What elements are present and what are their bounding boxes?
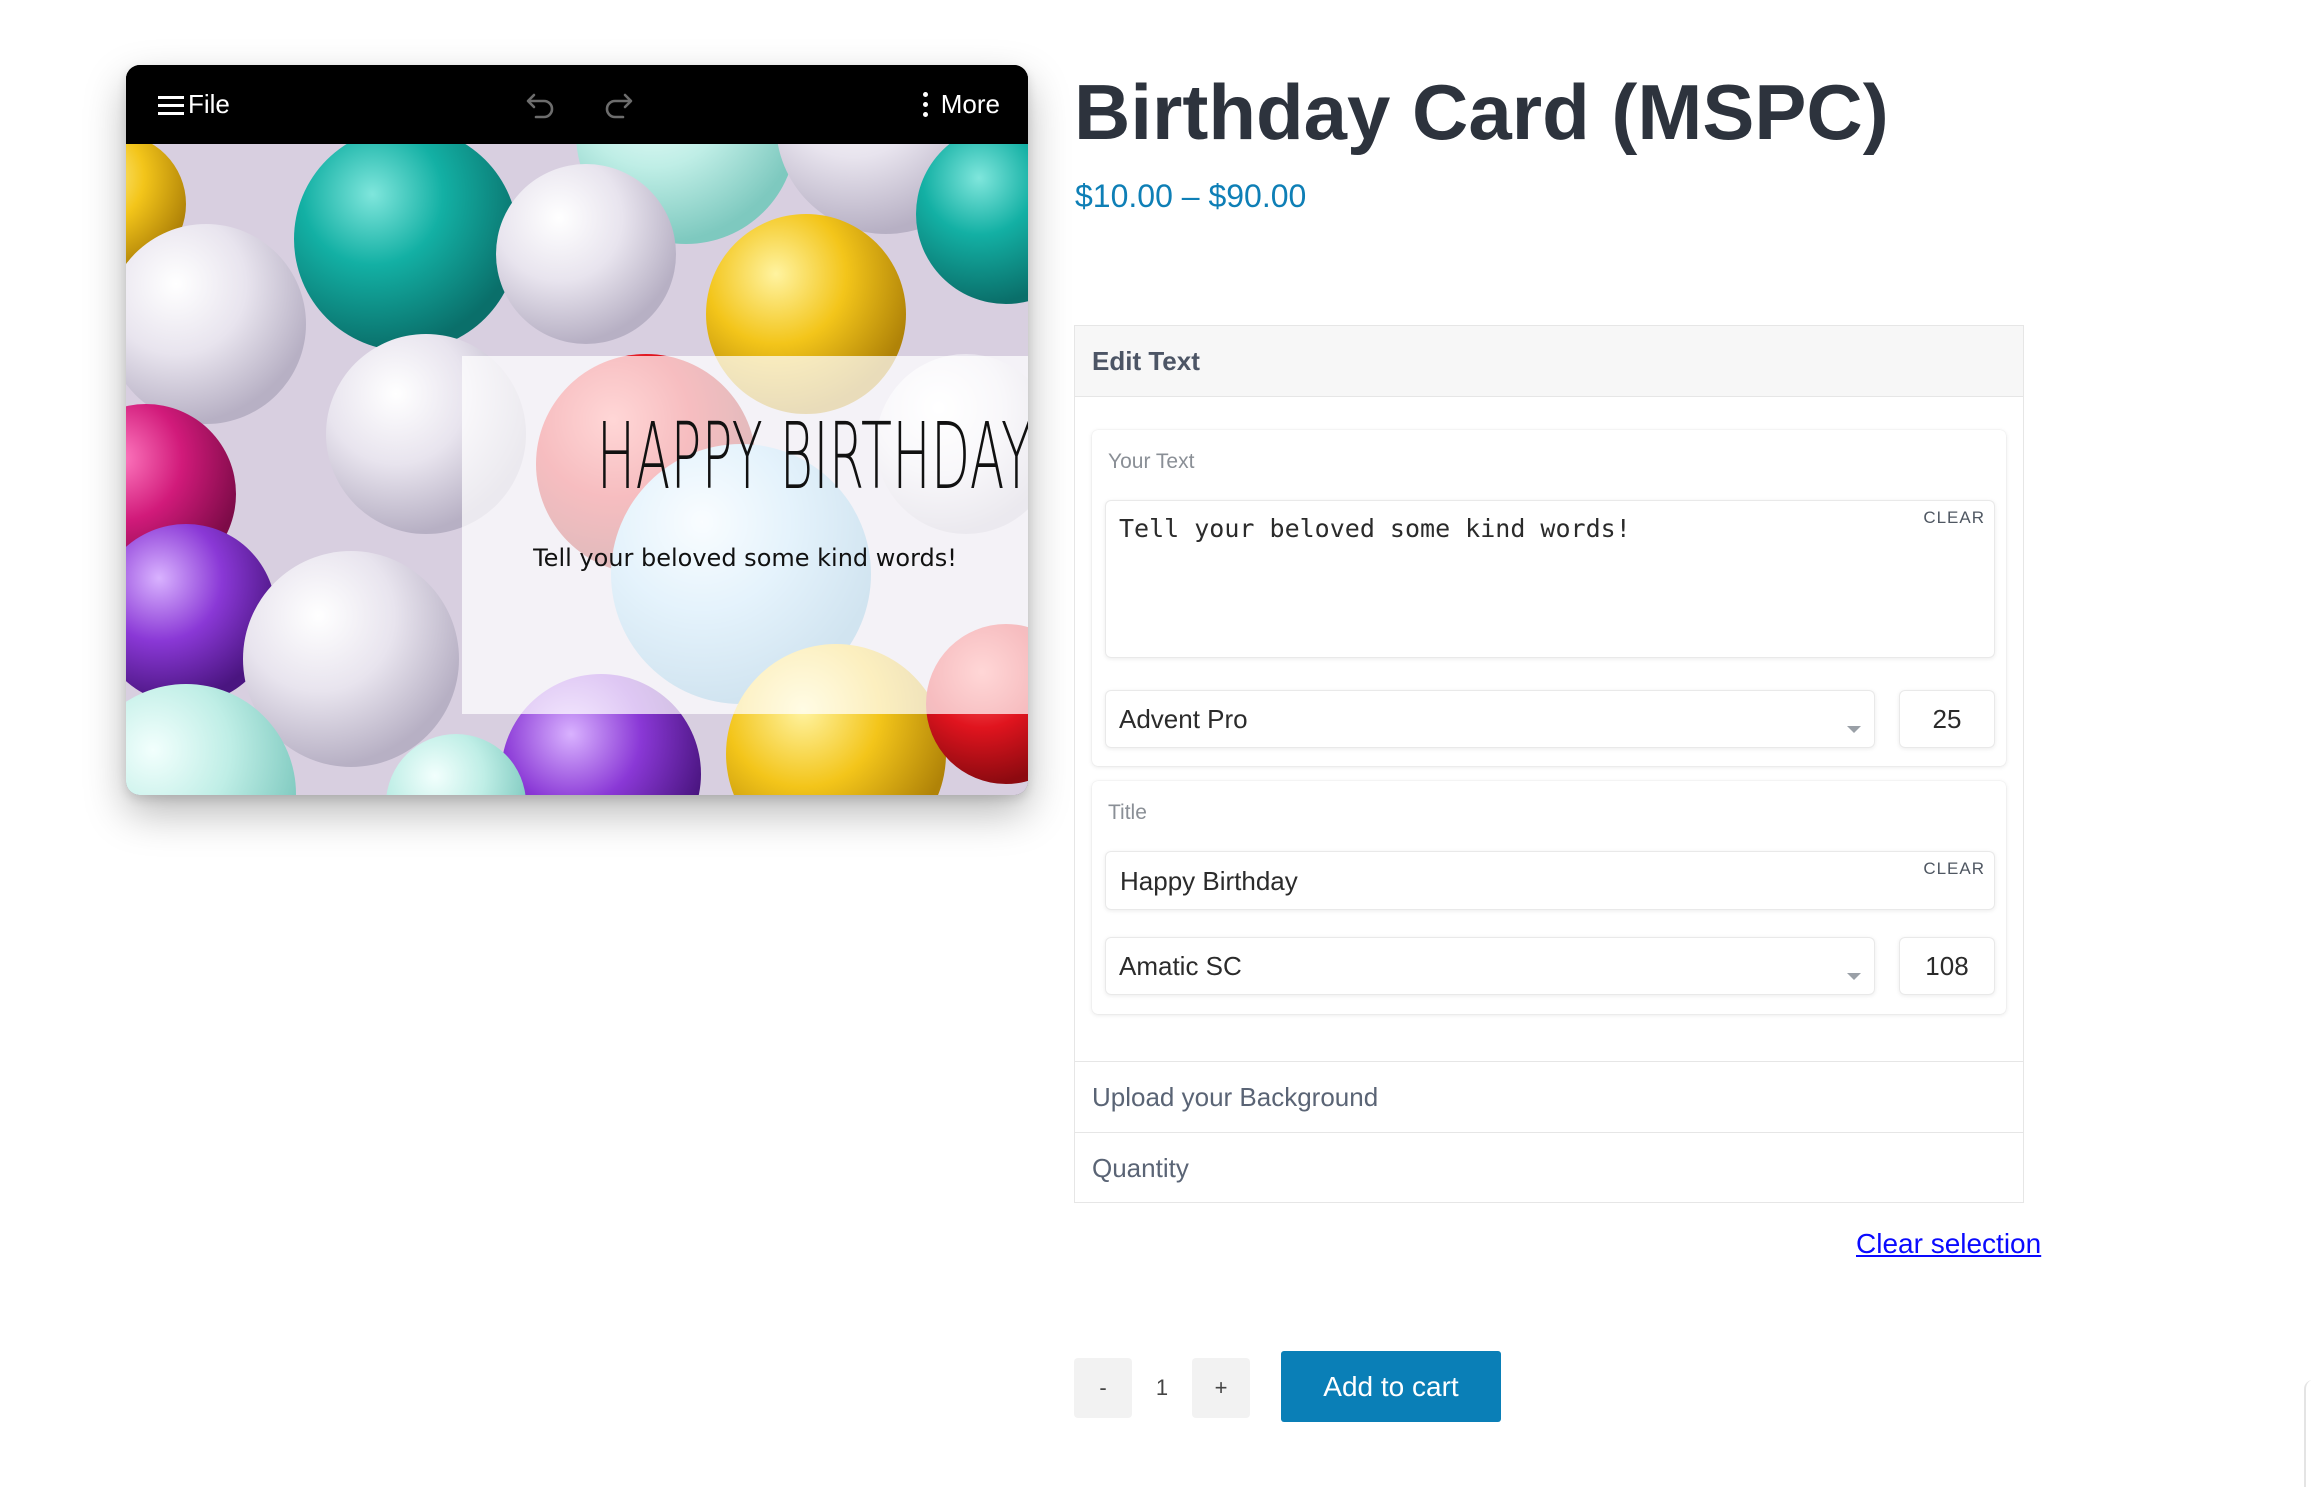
upload-background-section-header[interactable]: Upload your Background	[1075, 1061, 2023, 1132]
quantity-label: Quantity	[1092, 1152, 1189, 1183]
quantity-section-header[interactable]: Quantity	[1075, 1132, 2023, 1203]
your-text-size-input[interactable]: 25	[1899, 690, 1995, 748]
file-menu-button[interactable]: File	[158, 65, 230, 144]
title-font-value: Amatic SC	[1119, 951, 1242, 981]
more-menu-button[interactable]: More	[922, 65, 1000, 144]
page-edge-divider	[2304, 1380, 2311, 1487]
title-font-select[interactable]: Amatic SC	[1105, 937, 1875, 995]
page: File More HAPPY BIRTHDAY Tell your belov…	[0, 0, 2311, 1487]
product-title: Birthday Card (MSPC)	[1074, 68, 1889, 156]
redo-icon[interactable]	[597, 87, 637, 123]
clear-selection-link[interactable]: Clear selection	[1856, 1228, 2041, 1260]
card-title-text[interactable]: Happy Birthday	[597, 402, 1028, 512]
caret-down-icon	[1847, 726, 1861, 733]
edit-text-section-header[interactable]: Edit Text	[1075, 326, 2023, 397]
quantity-increase-button[interactable]: +	[1192, 1358, 1250, 1418]
card-editor: File More HAPPY BIRTHDAY Tell your belov…	[126, 65, 1028, 795]
file-menu-label: File	[188, 89, 230, 119]
your-text-textarea[interactable]: Tell your beloved some kind words! CLEAR	[1105, 500, 1995, 658]
caret-down-icon	[1847, 973, 1861, 980]
product-options-panel: Edit Text Your Text Tell your beloved so…	[1074, 325, 2024, 1203]
your-text-value: Tell your beloved some kind words!	[1119, 514, 1631, 543]
title-input[interactable]: Happy Birthday CLEAR	[1105, 851, 1995, 910]
title-field-card: Title Happy Birthday CLEAR Amatic SC 108	[1092, 781, 2006, 1014]
add-to-cart-button[interactable]: Add to cart	[1281, 1351, 1501, 1422]
your-text-field-card: Your Text Tell your beloved some kind wo…	[1092, 430, 2006, 766]
title-value: Happy Birthday	[1120, 866, 1298, 896]
undo-icon[interactable]	[522, 87, 562, 123]
title-clear-button[interactable]: CLEAR	[1923, 859, 1985, 879]
your-text-label: Your Text	[1108, 450, 1195, 473]
quantity-input[interactable]: 1	[1132, 1358, 1192, 1418]
title-size-input[interactable]: 108	[1899, 937, 1995, 995]
card-canvas[interactable]: Happy Birthday Tell your beloved some ki…	[126, 144, 1028, 795]
your-text-clear-button[interactable]: CLEAR	[1923, 508, 1985, 528]
editor-toolbar: File More	[126, 65, 1028, 144]
your-text-font-select[interactable]: Advent Pro	[1105, 690, 1875, 748]
your-text-font-value: Advent Pro	[1119, 704, 1248, 734]
card-subtitle-text[interactable]: Tell your beloved some kind words!	[462, 544, 1028, 572]
upload-background-label: Upload your Background	[1092, 1081, 1379, 1112]
more-menu-label: More	[940, 89, 1000, 119]
product-price: $10.00 – $90.00	[1075, 178, 1307, 214]
edit-text-label: Edit Text	[1092, 345, 1200, 376]
title-label: Title	[1108, 801, 1147, 824]
hamburger-icon	[158, 95, 186, 115]
quantity-stepper: - 1 +	[1074, 1358, 1250, 1418]
kebab-menu-icon	[922, 91, 929, 118]
quantity-decrease-button[interactable]: -	[1074, 1358, 1132, 1418]
